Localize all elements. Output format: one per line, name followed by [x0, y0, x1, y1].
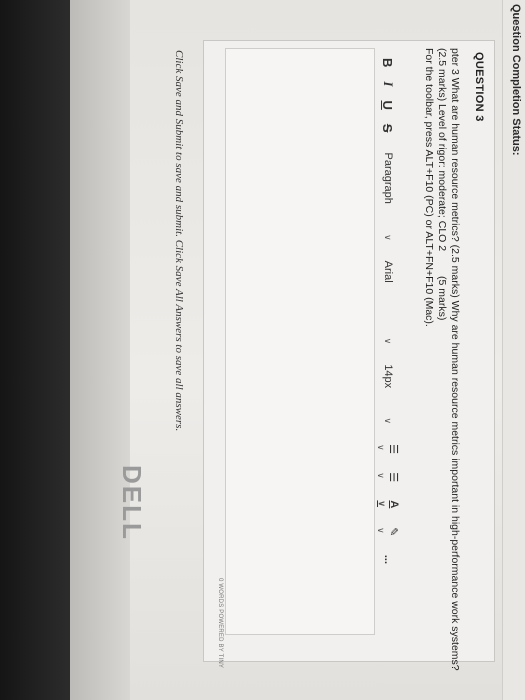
- question-line-1: pter 3 What are human resource metrics? …: [449, 48, 461, 671]
- font-dropdown[interactable]: Arial ∨: [382, 261, 394, 345]
- marks-note: (5 marks): [436, 276, 448, 321]
- chevron-down-icon: ∨: [383, 337, 394, 345]
- highlight-pen-icon[interactable]: ✎ ∨: [376, 527, 401, 541]
- editor-toolbar: B I U S Paragraph ∨ Arial ∨ 14px ∨ ☰ ∨ ☰…: [376, 58, 401, 578]
- photographed-screen: Question Completion Status: QUESTION 3 p…: [0, 0, 525, 700]
- question-line-2-text: (2.5 marks) Level of rigor: moderate; CL…: [436, 48, 448, 252]
- question-line-2: (2.5 marks) Level of rigor: moderate; CL…: [435, 48, 448, 628]
- text-color-button[interactable]: A ∨: [376, 500, 400, 513]
- submit-instructions: Click Save and Submit to save and submit…: [173, 50, 185, 432]
- bulleted-list-icon[interactable]: ☰ ∨: [376, 444, 401, 458]
- font-label: Arial: [382, 260, 394, 283]
- top-bar: Question Completion Status:: [502, 0, 525, 700]
- size-label: 14px: [382, 364, 394, 389]
- answer-editor[interactable]: [225, 48, 375, 635]
- question-completion-status: Question Completion Status:: [510, 4, 522, 156]
- bold-button[interactable]: B: [381, 58, 396, 67]
- monitor-bezel: [0, 0, 70, 700]
- text-color-label: A: [388, 500, 400, 509]
- question-text: pter 3 What are human resource metrics? …: [422, 48, 461, 671]
- chevron-down-icon: ∨: [383, 234, 394, 241]
- chevron-down-icon: ∨: [383, 417, 394, 425]
- screen-lower-area: [70, 0, 130, 700]
- numbered-list-icon[interactable]: ☰ ∨: [376, 472, 401, 486]
- underline-button[interactable]: U: [381, 100, 396, 109]
- size-dropdown[interactable]: 14px ∨: [382, 364, 394, 424]
- question-line-3: For the toolbar, press ALT+F10 (PC) or A…: [423, 48, 435, 327]
- strikethrough-button[interactable]: S: [381, 124, 396, 133]
- paragraph-dropdown[interactable]: Paragraph ∨: [382, 153, 394, 241]
- more-options-button[interactable]: ...: [382, 555, 394, 564]
- dell-logo: DELL: [117, 465, 147, 541]
- paragraph-label: Paragraph: [382, 152, 394, 204]
- word-count-footer: 0 WORDS POWERED BY TINY: [217, 578, 223, 669]
- question-title: QUESTION 3: [473, 52, 485, 122]
- italic-button[interactable]: I: [380, 81, 396, 86]
